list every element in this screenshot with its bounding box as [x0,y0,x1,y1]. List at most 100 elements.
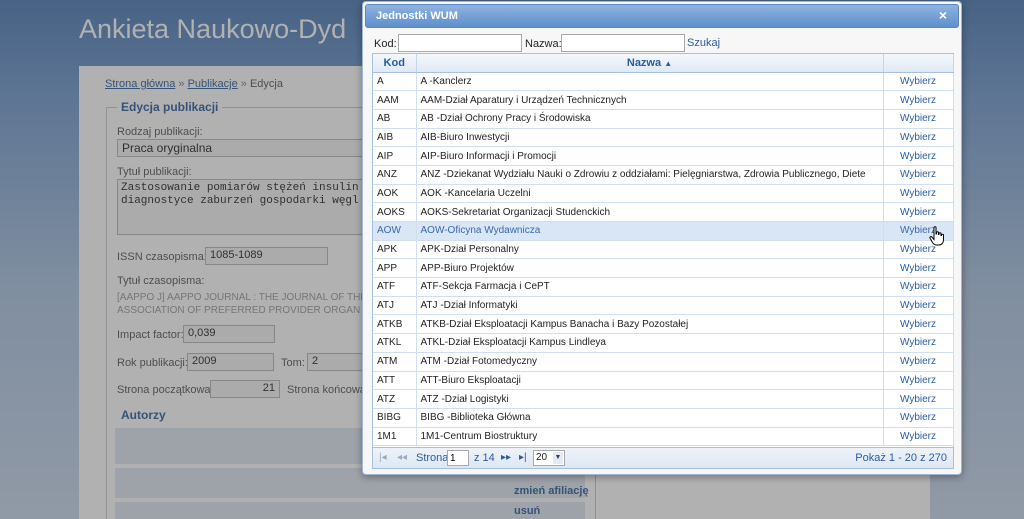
unit-name-cell: 1M1-Centrum Biostruktury [416,427,884,447]
select-unit-link[interactable]: Wybierz [883,202,954,222]
units-dialog: Jednostki WUM × Kod: Nazwa: Szukaj Kod N… [362,1,962,475]
hand-cursor-icon [929,226,945,249]
select-unit-link[interactable]: Wybierz [883,333,954,353]
prev-page-icon[interactable]: ◂◂ [397,452,407,463]
unit-name-cell: AB -Dział Ochrony Pracy i Środowiska [416,109,884,129]
sort-ascending-icon: ▲ [664,58,673,68]
select-unit-link[interactable]: Wybierz [883,90,954,110]
dialog-title: Jednostki WUM [376,10,458,22]
table-row[interactable]: BIBG BIBG -Biblioteka Główna Wybierz [373,408,954,428]
page-size-select[interactable]: 20 ▼ [533,450,565,466]
unit-code-cell: AAM [373,90,417,110]
unit-code-cell: AIP [373,146,417,166]
table-header-row: Kod Nazwa ▲ [373,54,954,73]
table-row[interactable]: AOKS AOKS-Sekretariat Organizacji Studenc… [373,202,954,222]
unit-code-cell: ATJ [373,296,417,316]
code-input[interactable] [398,34,522,52]
unit-code-cell: AB [373,109,417,129]
unit-name-cell: ATM -Dział Fotomedyczny [416,352,884,372]
name-label: Nazwa: [525,38,562,50]
units-table: Kod Nazwa ▲ AA -Kanclerz Wybierz AAM AAM-Dz… [373,54,954,447]
select-unit-link[interactable]: Wybierz [883,277,954,297]
unit-name-cell: APK-Dział Personalny [416,240,884,260]
dialog-titlebar[interactable]: Jednostki WUM × [365,4,959,28]
unit-code-cell: AIB [373,128,417,148]
last-page-icon[interactable]: ▸| [519,452,527,463]
table-row[interactable]: 1M1 1M1-Centrum Biostruktury Wybierz [373,427,954,447]
table-row[interactable]: ATKB ATKB-Dział Eksploatacji Kampus Banac… [373,314,954,335]
table-row[interactable]: ATM ATM -Dział Fotomedyczny Wybierz [373,352,954,372]
select-unit-link[interactable]: Wybierz [883,408,954,428]
unit-code-cell: ATKB [373,314,417,335]
unit-name-cell: ANZ -Dziekanat Wydziału Nauki o Zdrowiu … [416,165,884,185]
page-info: Pokaż 1 - 20 z 270 [855,452,947,464]
page-count-label: z 14 [474,452,495,464]
table-row[interactable]: ATKL ATKL-Dział Eksploatacji Kampus Lindl… [373,333,954,353]
page-number-input[interactable] [447,450,469,466]
pager: |◂ ◂◂ Strona z 14 ▸▸ ▸| 20 ▼ Pokaż 1 - 2… [373,447,953,468]
table-row[interactable]: ANZ ANZ -Dziekanat Wydziału Nauki o Zdrow… [373,165,954,185]
column-code-label: Kod [383,56,405,69]
select-unit-link[interactable]: Wybierz [883,72,954,92]
unit-name-cell: AOW-Oficyna Wydawnicza [416,221,884,241]
table-row[interactable]: AA -Kanclerz Wybierz [373,72,954,92]
unit-code-cell: APP [373,258,417,279]
name-input[interactable] [561,34,685,52]
unit-name-cell: ATJ -Dział Informatyki [416,296,884,316]
select-unit-link[interactable]: Wybierz [883,165,954,185]
table-row[interactable]: AOW AOW-Oficyna Wydawnicza Wybierz [373,221,954,241]
select-unit-link[interactable]: Wybierz [883,184,954,204]
unit-code-cell: APK [373,240,417,260]
chevron-down-icon: ▼ [553,452,563,464]
page-label: Strona [416,452,449,464]
column-header-action [883,54,954,73]
search-button[interactable]: Szukaj [687,37,720,49]
first-page-icon[interactable]: |◂ [379,452,387,463]
next-page-icon[interactable]: ▸▸ [501,452,511,463]
select-unit-link[interactable]: Wybierz [883,371,954,391]
unit-name-cell: ATKL-Dział Eksploatacji Kampus Lindleya [416,333,884,353]
unit-name-cell: APP-Biuro Projektów [416,258,884,279]
unit-code-cell: ANZ [373,165,417,185]
table-row[interactable]: ATF ATF-Sekcja Farmacja i CePT Wybierz [373,277,954,297]
unit-code-cell: 1M1 [373,427,417,447]
table-row[interactable]: AB AB -Dział Ochrony Pracy i Środowiska Wy… [373,109,954,129]
unit-name-cell: AIB-Biuro Inwestycji [416,128,884,148]
code-label: Kod: [374,38,397,50]
unit-name-cell: ATF-Sekcja Farmacja i CePT [416,277,884,297]
unit-code-cell: AOKS [373,202,417,222]
table-row[interactable]: ATJ ATJ -Dział Informatyki Wybierz [373,296,954,316]
close-icon[interactable]: × [936,8,950,22]
select-unit-link[interactable]: Wybierz [883,296,954,316]
select-unit-link[interactable]: Wybierz [883,314,954,335]
table-row[interactable]: AIB AIB-Biuro Inwestycji Wybierz [373,128,954,148]
unit-name-cell: A -Kanclerz [416,72,884,92]
unit-code-cell: A [373,72,417,92]
table-row[interactable]: ATT ATT-Biuro Eksploatacji Wybierz [373,371,954,391]
units-table-body: AA -Kanclerz Wybierz AAM AAM-Dział Aparatur… [373,72,954,447]
select-unit-link[interactable]: Wybierz [883,128,954,148]
table-row[interactable]: ATZ ATZ -Dział Logistyki Wybierz [373,389,954,409]
unit-name-cell: ATT-Biuro Eksploatacji [416,371,884,391]
select-unit-link[interactable]: Wybierz [883,109,954,129]
unit-name-cell: AOKS-Sekretariat Organizacji Studenckich [416,202,884,222]
select-unit-link[interactable]: Wybierz [883,389,954,409]
unit-code-cell: ATZ [373,389,417,409]
table-row[interactable]: AOK AOK -Kancelaria Uczelni Wybierz [373,184,954,204]
select-unit-link[interactable]: Wybierz [883,427,954,447]
unit-code-cell: AOW [373,221,417,241]
table-row[interactable]: AIP AIP-Biuro Informacji i Promocji Wybier… [373,146,954,166]
unit-code-cell: AOK [373,184,417,204]
table-row[interactable]: AAM AAM-Dział Aparatury i Urządzeń Techni… [373,90,954,110]
column-header-code[interactable]: Kod [373,54,417,73]
table-row[interactable]: APP APP-Biuro Projektów Wybierz [373,258,954,279]
select-unit-link[interactable]: Wybierz [883,146,954,166]
unit-code-cell: ATT [373,371,417,391]
unit-name-cell: BIBG -Biblioteka Główna [416,408,884,428]
select-unit-link[interactable]: Wybierz [883,352,954,372]
column-header-name[interactable]: Nazwa ▲ [416,54,884,73]
table-row[interactable]: APK APK-Dział Personalny Wybierz [373,240,954,260]
unit-code-cell: ATKL [373,333,417,353]
unit-code-cell: ATF [373,277,417,297]
select-unit-link[interactable]: Wybierz [883,258,954,279]
